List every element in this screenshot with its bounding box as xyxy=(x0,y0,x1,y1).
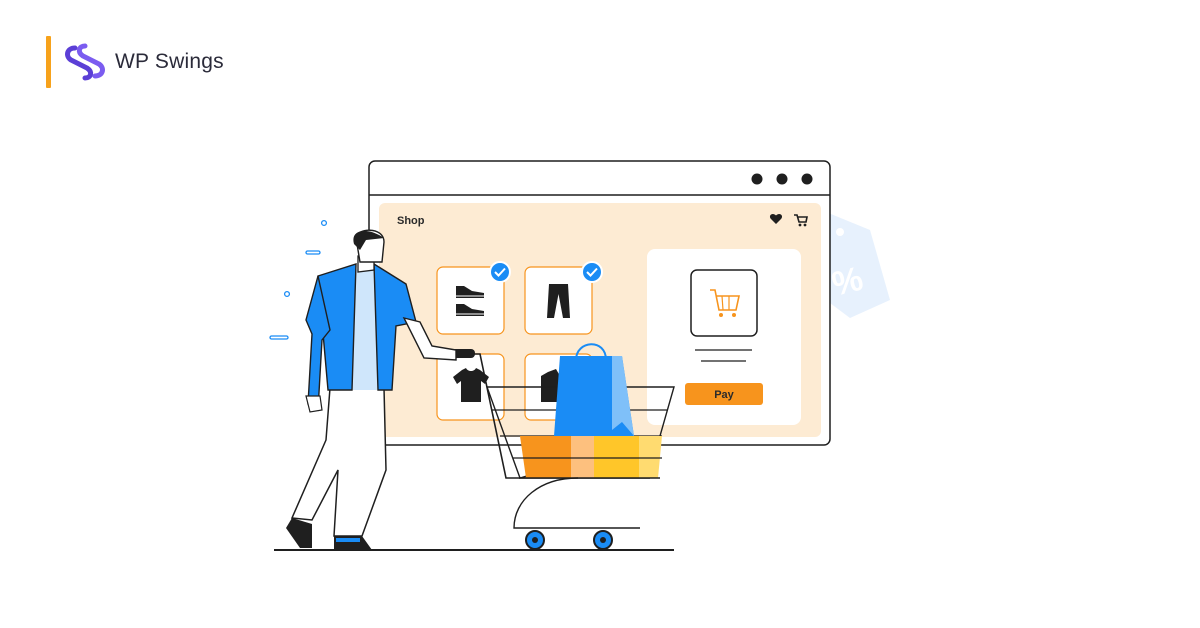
shop-label: Shop xyxy=(397,215,425,227)
percent-tag-icon: % xyxy=(826,212,890,318)
window-dot-icon[interactable] xyxy=(801,173,813,185)
illustration: % Shop Pay xyxy=(269,160,890,551)
window-dot-icon[interactable] xyxy=(751,173,763,185)
pay-button-label: Pay xyxy=(714,389,734,401)
checkmark-badge-icon xyxy=(581,261,603,283)
checkmark-badge-icon xyxy=(489,261,511,283)
window-dot-icon[interactable] xyxy=(776,173,788,185)
pay-button[interactable]: Pay xyxy=(685,383,763,405)
product-card[interactable] xyxy=(524,266,593,335)
